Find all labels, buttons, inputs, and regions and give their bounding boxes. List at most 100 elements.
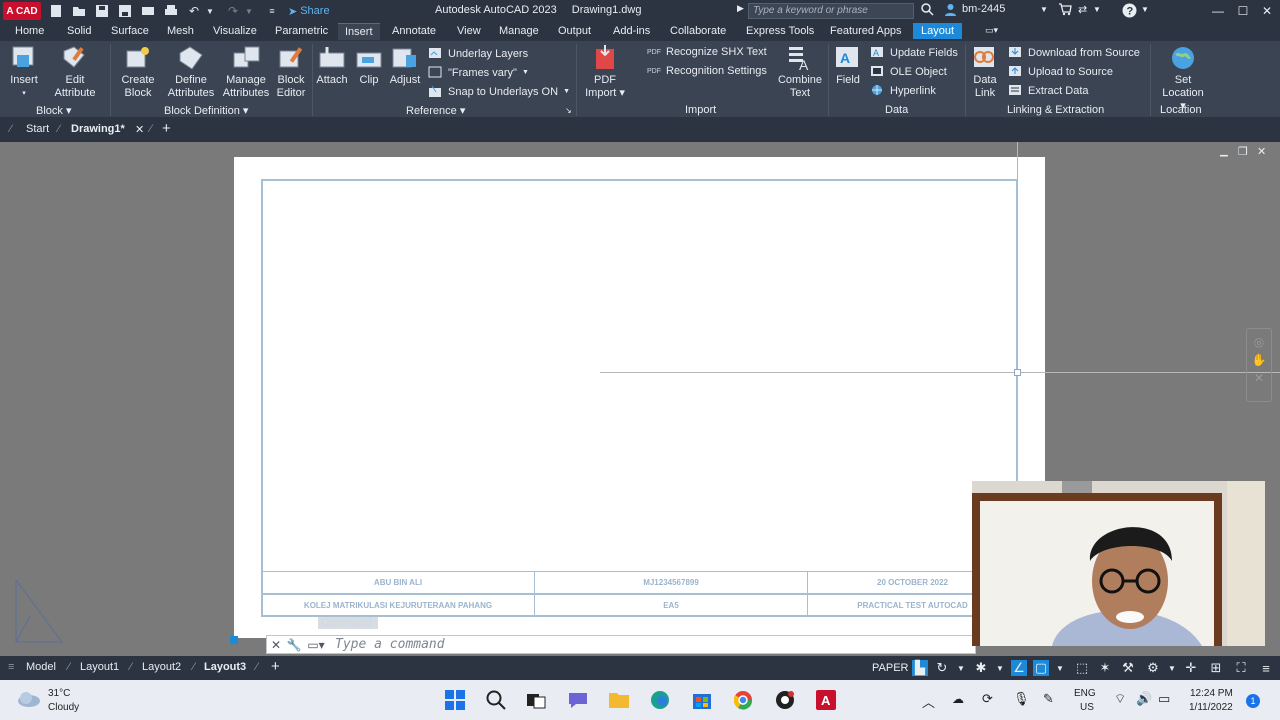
panel-launcher-icon[interactable]: ↘ [565, 106, 572, 115]
undo-icon[interactable]: ↶ [186, 3, 202, 19]
manage-attributes-button[interactable]: Manage Attributes [220, 45, 272, 100]
ole-object-button[interactable]: OLE Object [870, 65, 947, 78]
tab-insert[interactable]: Insert [338, 23, 380, 40]
taskbar-search-icon[interactable] [484, 688, 508, 712]
upload-to-source-button[interactable]: Upload to Source [1008, 65, 1113, 78]
undo-dropdown-icon[interactable]: ▼ [202, 3, 218, 19]
new-tab-icon[interactable]: + [162, 120, 171, 137]
volume-icon[interactable]: 🔊 [1136, 691, 1152, 707]
tab-express-tools[interactable]: Express Tools [744, 25, 816, 37]
frames-vary-dropdown[interactable]: "Frames vary" ▼ [428, 66, 529, 79]
navigation-bar[interactable]: ◎ ✋ ✕ [1246, 328, 1272, 402]
viewport-restore-icon[interactable]: ❐ [1238, 145, 1248, 158]
set-location-button[interactable]: Set Location ▾ [1158, 45, 1208, 113]
search-icon[interactable] [921, 3, 934, 19]
layout-tab-layout1[interactable]: Layout1 [80, 661, 119, 673]
insert-block-button[interactable]: Insert ▾ [6, 45, 42, 100]
edit-attribute-button[interactable]: Edit Attribute [51, 45, 99, 100]
command-customize-icon[interactable]: 🔧 [285, 636, 303, 653]
share-button[interactable]: ➤ Share [288, 5, 330, 18]
connect-icon[interactable]: ⇄ [1078, 3, 1087, 16]
layout-tab-layout3[interactable]: Layout3 [204, 661, 246, 673]
tab-solid[interactable]: Solid [65, 25, 93, 37]
tab-add-ins[interactable]: Add-ins [611, 25, 652, 37]
weather-temperature[interactable]: 31°C [48, 688, 70, 699]
workspace-dropdown-icon[interactable]: ▼ [1164, 660, 1180, 676]
help-icon[interactable]: ? [1122, 3, 1137, 21]
file-tab-drawing1[interactable]: Drawing1* [71, 123, 125, 135]
zoom-extents-icon[interactable]: ✕ [1247, 371, 1271, 385]
tab-annotate[interactable]: Annotate [390, 25, 438, 37]
pen-icon[interactable]: ✎ [1043, 691, 1054, 707]
command-recent-icon[interactable]: ▭▾ [303, 636, 329, 653]
tab-view[interactable]: View [455, 25, 483, 37]
field-button[interactable]: A Field [832, 45, 864, 87]
save-as-icon[interactable] [117, 3, 133, 19]
attach-button[interactable]: Attach [314, 45, 350, 87]
redo-dropdown-icon[interactable]: ▼ [241, 3, 257, 19]
save-icon[interactable] [94, 3, 110, 19]
isodraft-icon[interactable]: ✱ [973, 660, 989, 676]
chrome-browser-icon[interactable] [731, 688, 755, 712]
user-name[interactable]: bm-2445 [962, 3, 1005, 15]
tab-manage[interactable]: Manage [497, 25, 541, 37]
search-expand-icon[interactable]: ▶ [737, 3, 744, 14]
teams-chat-icon[interactable] [566, 688, 590, 712]
download-from-source-button[interactable]: Download from Source [1008, 46, 1140, 59]
sync-icon[interactable]: ⟳ [982, 691, 993, 707]
annotation-monitor-icon[interactable]: ✛ [1183, 660, 1199, 676]
combine-text-button[interactable]: A Combine Text [775, 45, 825, 100]
block-definition-panel-title[interactable]: Block Definition ▾ [164, 104, 248, 117]
polar-tracking-icon[interactable]: ↻ [934, 660, 950, 676]
minimize-icon[interactable]: — [1208, 2, 1228, 20]
block-editor-button[interactable]: Block Editor [273, 45, 309, 100]
reference-panel-title[interactable]: Reference ▾ [406, 104, 465, 117]
grid-snap-icon[interactable]: ▙ [912, 660, 928, 676]
plot-icon[interactable] [163, 3, 179, 19]
create-block-button[interactable]: Create Block [118, 45, 158, 100]
close-tab-icon[interactable]: ✕ [135, 123, 144, 136]
clip-button[interactable]: Clip [352, 45, 386, 87]
polar-dropdown-icon[interactable]: ▼ [953, 660, 969, 676]
close-icon[interactable]: ✕ [1257, 2, 1277, 20]
language-indicator-1[interactable]: ENG [1074, 688, 1096, 699]
customization-icon[interactable]: ≡ [1258, 660, 1274, 676]
ribbon-display-toggle-icon[interactable]: ▭▾ [983, 25, 1000, 36]
workspace-gear-icon[interactable]: ⚙ [1145, 660, 1161, 676]
define-attributes-button[interactable]: Define Attributes [164, 45, 218, 100]
wifi-icon[interactable]: ⌔ [1114, 691, 1126, 707]
pdf-import-button[interactable]: PDF Import ▾ [583, 45, 627, 100]
tab-menu-icon[interactable]: ≡ [8, 661, 14, 673]
update-fields-button[interactable]: A Update Fields [870, 46, 958, 59]
microsoft-store-icon[interactable] [690, 688, 714, 712]
tab-output[interactable]: Output [556, 25, 593, 37]
clock-time[interactable]: 12:24 PM [1190, 688, 1233, 699]
cart-icon[interactable] [1058, 3, 1072, 19]
redo-icon[interactable]: ↷ [225, 3, 241, 19]
tab-surface[interactable]: Surface [109, 25, 151, 37]
connect-dropdown-icon[interactable]: ▼ [1093, 5, 1101, 14]
show-hidden-icons-icon[interactable]: ︿ [922, 692, 935, 711]
language-indicator-2[interactable]: US [1080, 702, 1094, 713]
underlay-layers-button[interactable]: Underlay Layers [428, 47, 528, 60]
maximize-icon[interactable]: ☐ [1233, 2, 1253, 20]
obs-studio-icon[interactable] [773, 688, 797, 712]
edge-browser-icon[interactable] [648, 688, 672, 712]
file-tab-start[interactable]: Start [26, 123, 49, 135]
steering-wheel-icon[interactable]: ◎ [1247, 335, 1271, 349]
tab-parametric[interactable]: Parametric [273, 25, 330, 37]
command-input[interactable]: Type a command [335, 637, 445, 652]
layout-tab-model[interactable]: Model [26, 661, 56, 673]
hyperlink-button[interactable]: Hyperlink [870, 84, 936, 97]
clock-date[interactable]: 1/11/2022 [1189, 702, 1233, 713]
tab-visualize[interactable]: Visualize [211, 25, 259, 37]
adjust-button[interactable]: Adjust [387, 45, 423, 87]
open-folder-icon[interactable] [71, 3, 87, 19]
object-snap-icon[interactable]: ▢ [1033, 660, 1049, 676]
file-tab-menu-icon[interactable]: ⁄ [10, 123, 12, 135]
selection-cycling-icon[interactable]: ⬚ [1074, 660, 1090, 676]
paper-space-toggle[interactable]: PAPER [872, 662, 908, 674]
microphone-icon[interactable]: 🎙 [1013, 691, 1030, 707]
viewport-minimize-icon[interactable]: ▁ [1220, 146, 1228, 157]
new-file-icon[interactable] [48, 3, 64, 19]
